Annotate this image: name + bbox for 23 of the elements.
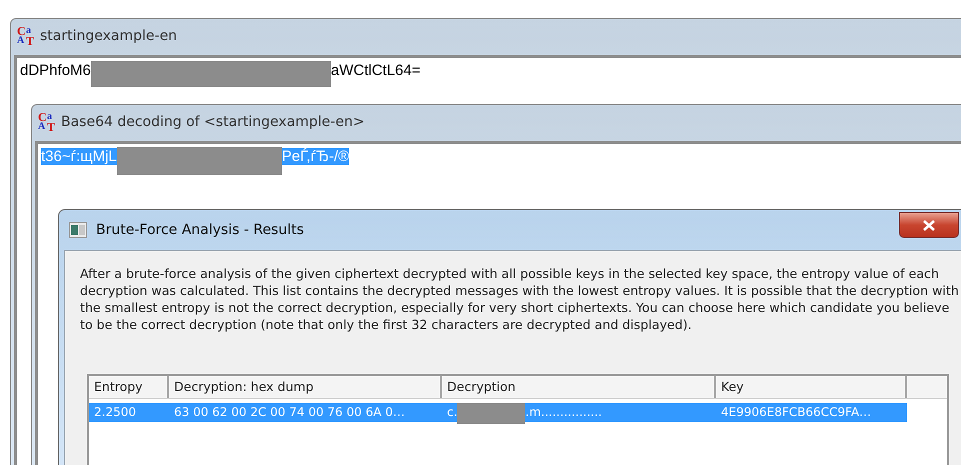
column-header[interactable]: Entropy — [89, 376, 169, 398]
window-title: Base64 decoding of <startingexample-en> — [61, 114, 365, 130]
table-cell-text: 4E9906E8FCB66CC9FA… — [720, 404, 872, 421]
close-button[interactable] — [899, 212, 959, 238]
window-icon — [69, 222, 87, 238]
app-logo: Ca AT — [17, 26, 35, 46]
table-cell-text: 63 00 62 00 2C 00 74 00 76 00 6A 0… — [173, 404, 406, 421]
table-cell-text: c. — [447, 405, 458, 421]
column-header[interactable]: Decryption — [442, 376, 716, 398]
dialog-title: Brute-Force Analysis - Results — [96, 222, 304, 238]
close-icon — [923, 220, 935, 230]
text-content: t36~ѓ:щMjL — [41, 148, 117, 164]
column-header[interactable]: Decryption: hex dump — [169, 376, 442, 398]
redaction-bar — [457, 403, 526, 424]
description-text: After a brute-force analysis of the given ciphertext decrypted with all possible keys in the selected key space, the entropy value of each decryption was calculated. This list contains the decrypted messages with the lowest entropy values. It is possible that the decryption with the smallest entropy is not the correct decryption, especially for very short ciphertexts. You can choose here which candidate you believe to be the correct decryption (note that only the first 32 characters are decrypted and displayed). — [80, 265, 960, 333]
window-title: startingexample-en — [40, 28, 178, 44]
column-header[interactable]: Key — [716, 376, 907, 398]
text-content: dDPhfoM6 — [20, 62, 91, 78]
text-content: aWCtlCtL64= — [330, 62, 420, 78]
table-cell-text: .m................ — [525, 405, 602, 421]
table-cell-text: 2.2500 — [93, 404, 137, 421]
text-content: PeЃ,ѓЂ-/® — [282, 148, 350, 164]
app-logo: Ca AT — [38, 112, 56, 132]
